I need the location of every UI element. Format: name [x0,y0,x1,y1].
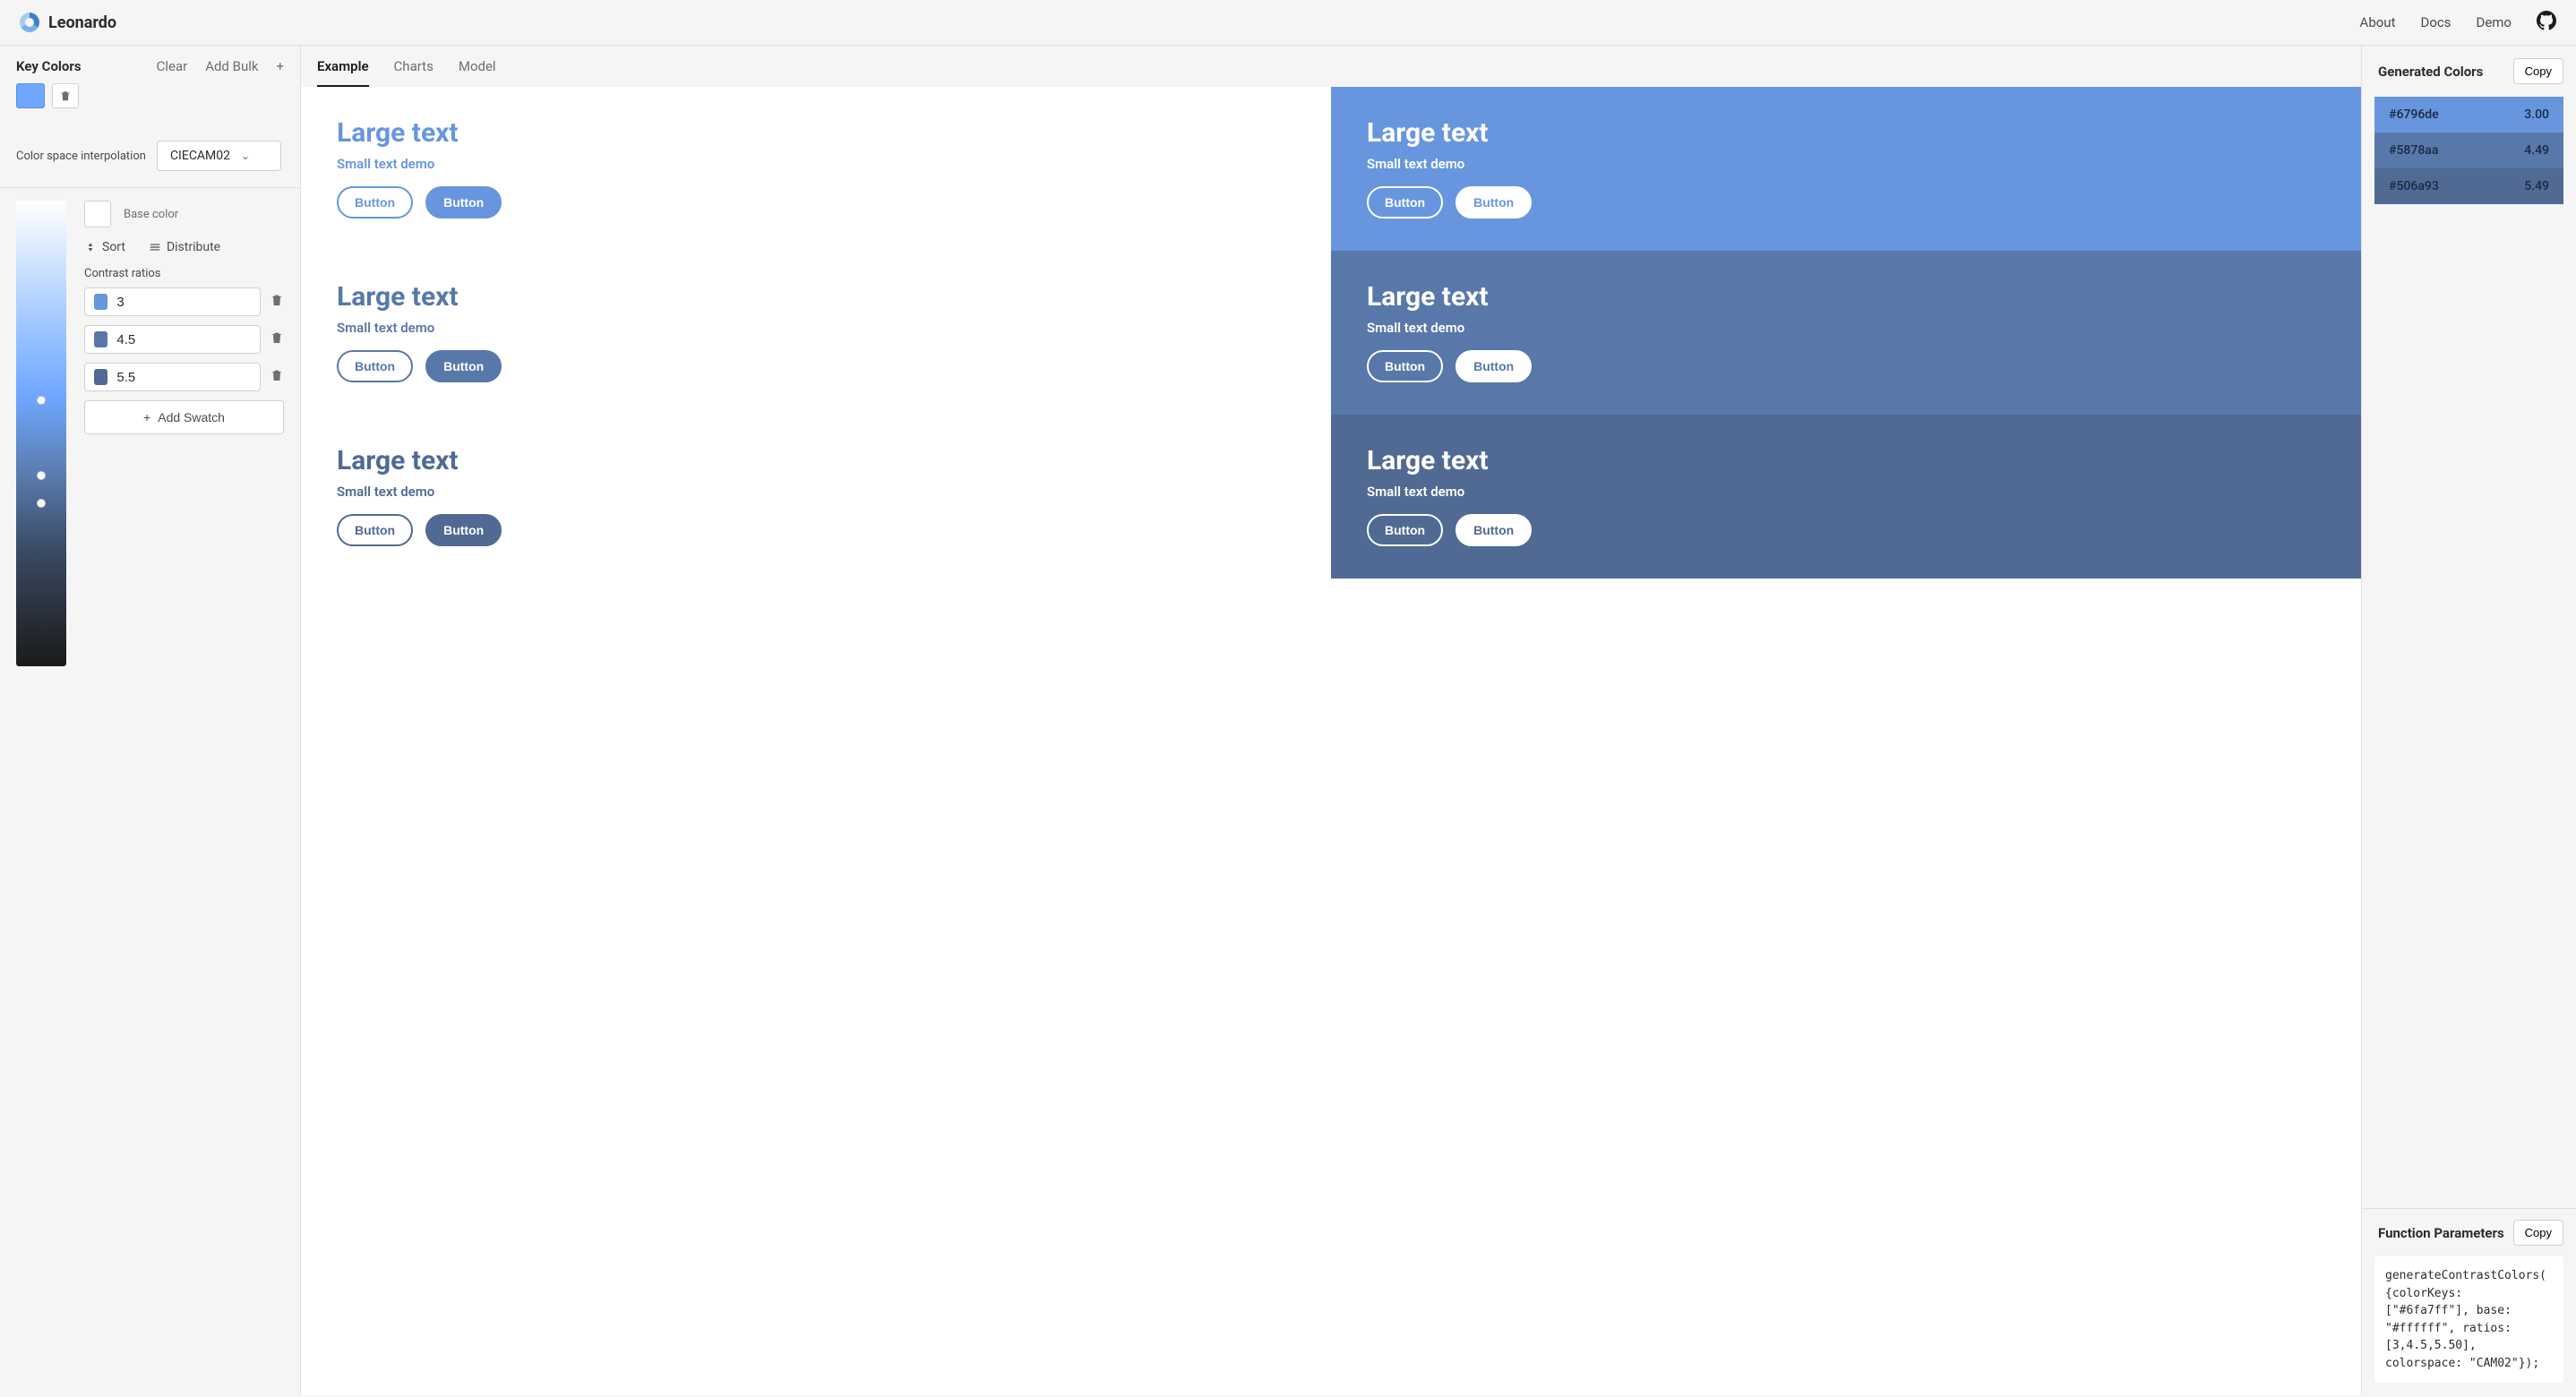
generated-colors-title: Generated Colors [2378,64,2483,80]
nav-about[interactable]: About [2360,14,2396,30]
trash-icon [270,293,284,307]
copy-params-button[interactable]: Copy [2513,1220,2563,1246]
ratio-value-field[interactable] [116,370,251,385]
example-small-text: Small text demo [1367,320,2325,336]
example-button-outline[interactable]: Button [337,350,413,382]
delete-key-color-button[interactable] [52,83,79,108]
trash-icon [270,330,284,345]
sort-icon [84,241,97,253]
nav-demo[interactable]: Demo [2476,14,2512,30]
contrast-ratios-label: Contrast ratios [84,267,284,280]
example-button-filled[interactable]: Button [1455,186,1532,219]
colorspace-label: Color space interpolation [16,150,146,163]
example-large-text: Large text [1367,117,2325,149]
example-button-filled[interactable]: Button [1455,514,1532,546]
add-bulk-button[interactable]: Add Bulk [205,58,258,74]
example-button-filled[interactable]: Button [425,514,502,546]
generated-color-row[interactable]: #5878aa 4.49 [2374,133,2563,168]
generated-color-row[interactable]: #506a93 5.49 [2374,168,2563,204]
left-panel: Key Colors Clear Add Bulk + Color space … [0,45,301,1395]
trash-icon [270,368,284,382]
example-button-outline[interactable]: Button [1367,350,1443,382]
example-button-outline[interactable]: Button [337,186,413,219]
delete-ratio-button[interactable] [270,293,284,311]
key-color-swatch[interactable] [16,83,45,108]
colorspace-value: CIECAM02 [170,149,230,163]
example-small-text: Small text demo [337,156,1295,172]
example-small-text: Small text demo [1367,156,2325,172]
tab-charts[interactable]: Charts [394,58,434,87]
chevron-down-icon: ⌄ [241,150,250,162]
example-button-outline[interactable]: Button [1367,514,1443,546]
ratio-input[interactable] [84,363,261,391]
example-small-text: Small text demo [337,484,1295,500]
example-button-outline[interactable]: Button [337,514,413,546]
key-colors-title: Key Colors [16,58,82,74]
brand-name: Leonardo [48,13,116,32]
add-swatch-label: Add Swatch [158,410,225,424]
distribute-icon [149,241,161,253]
example-large-text: Large text [337,281,1295,313]
ratio-value-field[interactable] [116,295,251,310]
tab-model[interactable]: Model [459,58,496,87]
generated-ratio: 3.00 [2524,107,2549,122]
ratio-color-chip [94,369,107,385]
function-params-title: Function Parameters [2378,1225,2504,1241]
generated-hex: #5878aa [2389,143,2438,158]
example-button-filled[interactable]: Button [425,350,502,382]
example-button-filled[interactable]: Button [425,186,502,219]
sort-button[interactable]: Sort [84,240,125,254]
delete-ratio-button[interactable] [270,330,284,348]
distribute-button[interactable]: Distribute [149,240,220,254]
add-swatch-button[interactable]: + Add Swatch [84,400,284,434]
example-small-text: Small text demo [337,320,1295,336]
example-button-filled[interactable]: Button [1455,350,1532,382]
right-panel: Generated Colors Copy #6796de 3.00 #5878aa… [2361,45,2576,1395]
gradient-handle[interactable] [37,471,46,480]
base-color-label: Base color [124,208,178,221]
ratio-color-chip [94,331,107,347]
example-large-text: Large text [1367,281,2325,313]
colorspace-select[interactable]: CIECAM02 ⌄ [157,141,281,171]
example-small-text: Small text demo [1367,484,2325,500]
trash-icon [59,90,72,102]
center-panel: Example Charts Model Large text Small te… [301,45,2361,1395]
github-icon [2537,11,2556,30]
generated-ratio: 4.49 [2524,143,2549,158]
ratio-value-field[interactable] [116,332,251,347]
ratio-input[interactable] [84,287,261,316]
delete-ratio-button[interactable] [270,368,284,386]
nav-docs[interactable]: Docs [2420,14,2451,30]
function-params-code: generateContrastColors({colorKeys: ["#6f… [2374,1256,2563,1383]
clear-button[interactable]: Clear [157,58,188,74]
base-color-swatch[interactable] [84,201,111,227]
brand: Leonardo [20,13,116,32]
gradient-strip[interactable] [16,201,66,666]
generated-hex: #506a93 [2389,179,2439,193]
copy-colors-button[interactable]: Copy [2513,58,2563,84]
sort-label: Sort [102,240,125,254]
gradient-handle[interactable] [37,396,46,405]
add-key-color-icon[interactable]: + [276,60,284,73]
tabs: Example Charts Model [301,46,2361,87]
generated-ratio: 5.49 [2524,179,2549,193]
ratio-input[interactable] [84,325,261,354]
example-large-text: Large text [337,445,1295,476]
brand-logo-icon [20,13,39,32]
generated-color-row[interactable]: #6796de 3.00 [2374,97,2563,133]
gradient-handle[interactable] [37,499,46,508]
example-button-outline[interactable]: Button [1367,186,1443,219]
top-nav: About Docs Demo [2360,11,2556,34]
github-link[interactable] [2537,11,2556,34]
plus-icon: + [143,410,150,424]
ratio-color-chip [94,294,107,310]
generated-hex: #6796de [2389,107,2439,122]
example-large-text: Large text [337,117,1295,149]
distribute-label: Distribute [167,240,220,254]
tab-example[interactable]: Example [317,58,369,87]
example-large-text: Large text [1367,445,2325,476]
